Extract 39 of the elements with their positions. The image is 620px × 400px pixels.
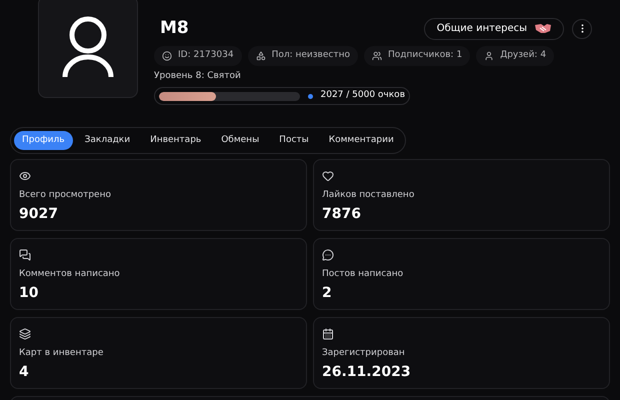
stat-label: Комментов написано — [19, 268, 121, 282]
info-chip: Друзей: 4 — [476, 46, 554, 66]
cards-icon — [19, 328, 31, 340]
tab[interactable]: Инвентарь — [142, 131, 210, 150]
stat-value: 4 — [19, 362, 30, 382]
info-chip: Подписчиков: 1 — [364, 46, 470, 66]
user-icon — [484, 50, 494, 60]
shapes-icon — [256, 50, 266, 60]
common-interests-button[interactable]: Общие интересы — [424, 18, 564, 40]
more-button[interactable] — [572, 18, 592, 39]
stat-value: 10 — [19, 284, 40, 303]
handshake-icon — [535, 23, 551, 34]
tab[interactable]: Посты — [271, 131, 317, 150]
tab[interactable]: Комментарии — [320, 131, 402, 150]
stat-label: Всего просмотрено — [19, 189, 112, 202]
chat-bubble-icon — [322, 249, 334, 262]
tab[interactable]: Закладки — [76, 131, 138, 150]
stat-value: 26.11.2023 — [322, 362, 412, 382]
stat-value: 9027 — [19, 204, 59, 224]
users-icon — [372, 50, 382, 60]
chat-bubbles-icon — [19, 249, 31, 262]
stat-label: Постов написано — [322, 268, 404, 282]
info-chip: ID: 2173034 — [154, 46, 242, 66]
info-chip: Пол: неизвестно — [248, 46, 358, 66]
stat-label: Зарегистрирован — [322, 347, 406, 360]
stat-value: 2 — [322, 284, 333, 303]
tab[interactable]: Обмены — [213, 131, 268, 150]
points-reading: 2027 / 5000 очков — [320, 89, 405, 102]
smiley-icon — [162, 50, 172, 60]
eye-icon — [19, 170, 31, 182]
stat-label: Карт в инвентаре — [19, 347, 104, 360]
user-name: M8 — [160, 17, 189, 40]
tab[interactable]: Профиль — [14, 131, 73, 150]
user-silhouette-icon — [60, 15, 116, 79]
heart-icon — [322, 170, 334, 182]
level-label: Уровень 8: Святой — [154, 70, 242, 82]
stat-label: Лайков поставлено — [322, 189, 416, 202]
calendar-icon — [322, 328, 334, 340]
stat-value: 7876 — [322, 204, 362, 224]
